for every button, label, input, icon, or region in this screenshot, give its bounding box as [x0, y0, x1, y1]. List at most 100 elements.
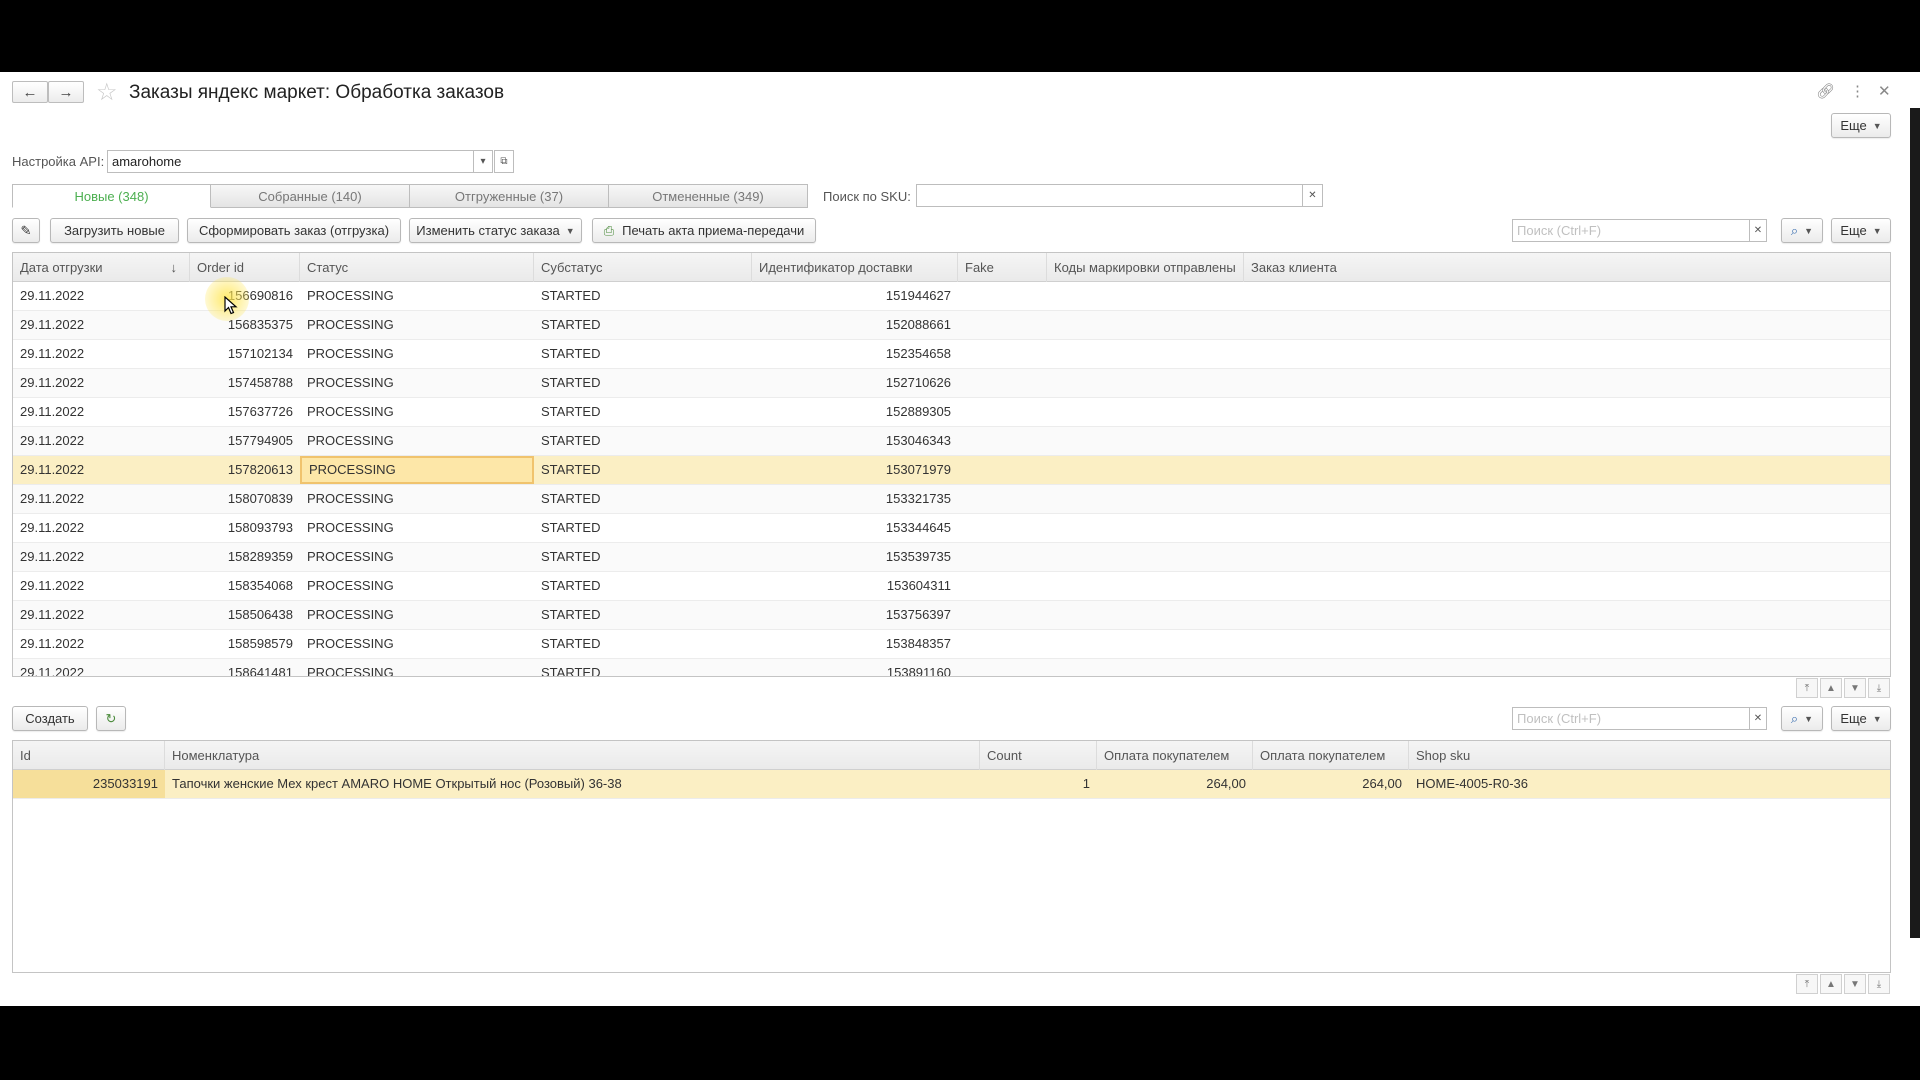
order-substatus: STARTED: [541, 346, 601, 361]
form-order-button[interactable]: Сформировать заказ (отгрузка): [187, 218, 401, 243]
items-search-options-button[interactable]: ⌕ ▼: [1781, 706, 1823, 731]
table-row[interactable]: 29.11.2022 157102134 PROCESSING STARTED 1523…: [13, 340, 1890, 369]
items-scroll-down-button[interactable]: ▼: [1844, 974, 1866, 994]
sku-search-input[interactable]: [916, 184, 1304, 207]
refresh-button[interactable]: ↻: [96, 706, 126, 731]
scroll-bottom-button[interactable]: ⤓: [1868, 678, 1890, 698]
favorite-star-icon[interactable]: ☆: [96, 78, 118, 107]
api-dropdown-button[interactable]: ▾: [473, 150, 493, 173]
scroll-top-button[interactable]: ⤒: [1796, 678, 1818, 698]
items-more-button[interactable]: Еще ▼: [1831, 706, 1891, 731]
order-delivery-id: 153321735: [885, 491, 951, 506]
table-row[interactable]: 29.11.2022 157794905 PROCESSING STARTED 1530…: [13, 427, 1890, 456]
order-substatus: STARTED: [541, 491, 601, 506]
col-payment-1[interactable]: Оплата покупателем: [1097, 741, 1253, 770]
tab-cancelled[interactable]: Отмененные (349): [609, 184, 808, 208]
item-name: Тапочки женские Мех крест AMARO HOME Отк…: [172, 776, 622, 791]
col-order-id[interactable]: Order id: [190, 253, 300, 282]
order-date: 29.11.2022: [20, 491, 85, 506]
items-scroll-bottom-button[interactable]: ⤓: [1868, 974, 1890, 994]
tab-shipped[interactable]: Отгруженные (37): [410, 184, 609, 208]
items-search-input[interactable]: Поиск (Ctrl+F): [1512, 707, 1750, 730]
order-date: 29.11.2022: [20, 433, 85, 448]
order-status: PROCESSING: [307, 665, 394, 677]
forward-button[interactable]: →: [48, 81, 84, 103]
tab-new[interactable]: Новые (348): [12, 184, 211, 208]
table-row[interactable]: 29.11.2022 158093793 PROCESSING STARTED 1533…: [13, 514, 1890, 543]
table-more-button[interactable]: Еще ▼: [1831, 218, 1891, 243]
change-status-label: Изменить статус заказа: [416, 223, 560, 238]
col-shop-sku[interactable]: Shop sku: [1409, 741, 1890, 770]
table-row[interactable]: 29.11.2022 157458788 PROCESSING STARTED 1527…: [13, 369, 1890, 398]
api-input[interactable]: amarohome: [107, 150, 474, 173]
caret-down-icon: ▼: [1872, 713, 1882, 724]
order-substatus: STARTED: [541, 433, 601, 448]
sku-clear-button[interactable]: ✕: [1302, 184, 1323, 207]
order-substatus: STARTED: [541, 520, 601, 535]
edit-button[interactable]: ✎: [12, 218, 40, 243]
col-codes-sent[interactable]: Коды маркировки отправлены: [1047, 253, 1244, 282]
scroll-down-button[interactable]: ▼: [1844, 678, 1866, 698]
create-button[interactable]: Создать: [12, 706, 88, 731]
status-tabs: Новые (348) Собранные (140) Отгруженные …: [12, 184, 808, 208]
order-status: PROCESSING: [307, 317, 394, 332]
order-substatus: STARTED: [541, 636, 601, 651]
order-id: 158641481: [227, 665, 293, 677]
col-client-order[interactable]: Заказ клиента: [1244, 253, 1890, 282]
table-search-input[interactable]: Поиск (Ctrl+F): [1512, 219, 1750, 242]
col-fake[interactable]: Fake: [958, 253, 1047, 282]
table-row[interactable]: 29.11.2022 156690816 PROCESSING STARTED 1519…: [13, 282, 1890, 311]
orders-table: Дата отгрузки ↓ Order id Статус Субстатус…: [12, 252, 1891, 677]
caret-down-icon: ▼: [1804, 713, 1814, 724]
table-row[interactable]: 29.11.2022 157820613 PROCESSING STARTED 1530…: [13, 456, 1890, 485]
items-scroll-top-button[interactable]: ⤒: [1796, 974, 1818, 994]
col-id[interactable]: Id: [13, 741, 165, 770]
order-date: 29.11.2022: [20, 636, 85, 651]
back-button[interactable]: ←: [12, 81, 48, 103]
api-open-button[interactable]: ⧉: [494, 150, 514, 173]
items-header: Id Номенклатура Count Оплата покупателем…: [13, 741, 1890, 770]
close-icon[interactable]: ✕: [1878, 82, 1891, 100]
tab-collected[interactable]: Собранные (140): [211, 184, 410, 208]
table-row[interactable]: 29.11.2022 157637726 PROCESSING STARTED 1528…: [13, 398, 1890, 427]
col-status[interactable]: Статус: [300, 253, 534, 282]
col-delivery-id[interactable]: Идентификатор доставки: [752, 253, 958, 282]
table-row[interactable]: 29.11.2022 158506438 PROCESSING STARTED 1537…: [13, 601, 1890, 630]
arrow-left-icon: ←: [22, 83, 38, 101]
orders-header: Дата отгрузки ↓ Order id Статус Субстатус…: [13, 253, 1890, 282]
scroll-up-button[interactable]: ▲: [1820, 678, 1842, 698]
order-date: 29.11.2022: [20, 578, 85, 593]
order-delivery-id: 153848357: [885, 636, 951, 651]
table-row[interactable]: 29.11.2022 158598579 PROCESSING STARTED 1538…: [13, 630, 1890, 659]
caret-down-icon: ▼: [1804, 225, 1814, 236]
table-row[interactable]: 29.11.2022 158354068 PROCESSING STARTED 1536…: [13, 572, 1890, 601]
window-more-button[interactable]: Еще ▼: [1831, 113, 1891, 138]
table-row[interactable]: 29.11.2022 158641481 PROCESSING STARTED 1538…: [13, 659, 1890, 677]
table-row[interactable]: 29.11.2022 158289359 PROCESSING STARTED 1535…: [13, 543, 1890, 572]
table-row[interactable]: 29.11.2022 158070839 PROCESSING STARTED 1533…: [13, 485, 1890, 514]
col-substatus[interactable]: Субстатус: [534, 253, 752, 282]
load-new-button[interactable]: Загрузить новые: [50, 218, 179, 243]
print-act-button[interactable]: ⎙ Печать акта приема-передачи: [592, 218, 816, 243]
table-search-clear[interactable]: ✕: [1749, 219, 1767, 242]
table-row[interactable]: 235033191 Тапочки женские Мех крест AMAR…: [13, 770, 1890, 799]
items-search-clear[interactable]: ✕: [1749, 707, 1767, 730]
clear-icon: ✕: [1753, 225, 1763, 236]
app-window: ← → ☆ Заказы яндекс маркет: Обработка за…: [0, 72, 1920, 1006]
order-substatus: STARTED: [541, 288, 601, 303]
col-count[interactable]: Count: [980, 741, 1097, 770]
col-payment-2[interactable]: Оплата покупателем: [1253, 741, 1409, 770]
scroll-bottom-icon: ⤓: [1876, 682, 1882, 694]
search-options-button[interactable]: ⌕ ▼: [1781, 218, 1823, 243]
col-nomenclature[interactable]: Номенклатура: [165, 741, 980, 770]
col-ship-date[interactable]: Дата отгрузки ↓: [13, 253, 190, 282]
order-date: 29.11.2022: [20, 404, 85, 419]
window-scrollbar[interactable]: [1910, 108, 1920, 938]
items-scroll-up-button[interactable]: ▲: [1820, 974, 1842, 994]
kebab-menu-icon[interactable]: ⋮: [1850, 82, 1865, 100]
table-row[interactable]: 29.11.2022 156835375 PROCESSING STARTED 1520…: [13, 311, 1890, 340]
link-icon[interactable]: 🔗︎: [1816, 82, 1835, 100]
order-status: PROCESSING: [307, 491, 394, 506]
order-id: 158354068: [227, 578, 293, 593]
change-status-button[interactable]: Изменить статус заказа ▼: [409, 218, 582, 243]
